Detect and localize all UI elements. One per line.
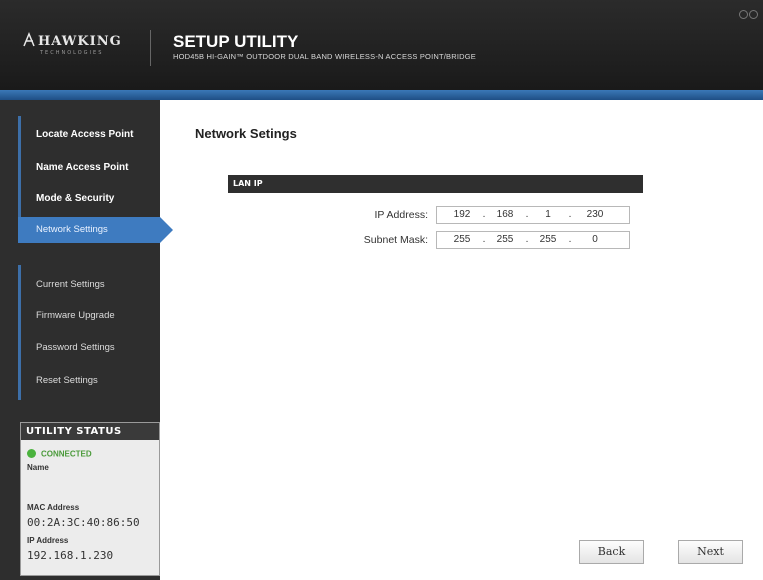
mask-separator: . (525, 234, 529, 245)
back-button[interactable]: Back (579, 540, 644, 564)
connection-status-text: CONNECTED (41, 449, 92, 459)
sidebar-item-label: Network Settings (36, 224, 108, 235)
header-divider (150, 30, 151, 66)
ip-address-value: 192.168.1.230 (27, 549, 114, 562)
connection-status: CONNECTED (27, 445, 92, 463)
next-button[interactable]: Next (678, 540, 743, 564)
mask-separator: . (482, 234, 486, 245)
ip-octet-2-input[interactable]: 168 (488, 208, 522, 222)
utility-status-panel: UTILITY STATUS CONNECTED Name MAC Addres… (20, 422, 160, 576)
ip-address-field: 192 . 168 . 1 . 230 (436, 206, 630, 224)
mac-address-value: 00:2A:3C:40:86:50 (27, 516, 140, 529)
header-stripe (0, 90, 763, 100)
brand-logo-sub: TECHNOLOGIES (40, 50, 104, 56)
mask-octet-3-input[interactable]: 255 (531, 233, 565, 247)
app-title: SETUP UTILITY (173, 32, 299, 51)
sidebar-item-reset-settings[interactable]: Reset Settings (18, 368, 160, 394)
brand-logo: HAWKING (38, 34, 122, 49)
sidebar-item-firmware-upgrade[interactable]: Firmware Upgrade (18, 303, 160, 329)
subnet-mask-field: 255 . 255 . 255 . 0 (436, 231, 630, 249)
mask-octet-2-input[interactable]: 255 (488, 233, 522, 247)
app-header: HAWKING TECHNOLOGIES SETUP UTILITY HOD45… (0, 0, 763, 90)
mask-octet-1-input[interactable]: 255 (445, 233, 479, 247)
name-label: Name (27, 463, 49, 472)
utility-status-heading: UTILITY STATUS (21, 423, 159, 440)
sidebar-item-mode-security[interactable]: Mode & Security (18, 186, 160, 212)
ip-separator: . (482, 209, 486, 220)
sidebar-item-network-settings[interactable]: Network Settings (18, 217, 173, 243)
ip-address-label: IP Address (27, 536, 69, 545)
page-title: Network Setings (195, 126, 297, 141)
sidebar-item-name-access-point[interactable]: Name Access Point (18, 155, 160, 181)
ip-separator: . (568, 209, 572, 220)
ip-octet-4-input[interactable]: 230 (578, 208, 612, 222)
subnet-mask-field-label: Subnet Mask: (363, 234, 428, 246)
mac-address-label: MAC Address (27, 503, 80, 512)
ip-address-field-label: IP Address: (374, 209, 428, 221)
ip-octet-1-input[interactable]: 192 (445, 208, 479, 222)
hawk-logo-icon (23, 32, 35, 47)
active-arrow-icon (160, 217, 173, 243)
close-icon[interactable] (749, 10, 758, 19)
lan-ip-section-header: LAN IP (228, 175, 643, 193)
ip-separator: . (525, 209, 529, 220)
sidebar-item-current-settings[interactable]: Current Settings (18, 272, 160, 298)
minimize-icon[interactable] (739, 10, 748, 19)
window-controls (738, 4, 758, 23)
app-subtitle: HOD45B HI-GAIN™ OUTDOOR DUAL BAND WIRELE… (173, 52, 476, 61)
connected-indicator-icon (27, 449, 36, 459)
mask-octet-4-input[interactable]: 0 (578, 233, 612, 247)
mask-separator: . (568, 234, 572, 245)
ip-octet-3-input[interactable]: 1 (531, 208, 565, 222)
sidebar-item-password-settings[interactable]: Password Settings (18, 335, 160, 361)
sidebar-item-locate-access-point[interactable]: Locate Access Point (18, 122, 160, 148)
